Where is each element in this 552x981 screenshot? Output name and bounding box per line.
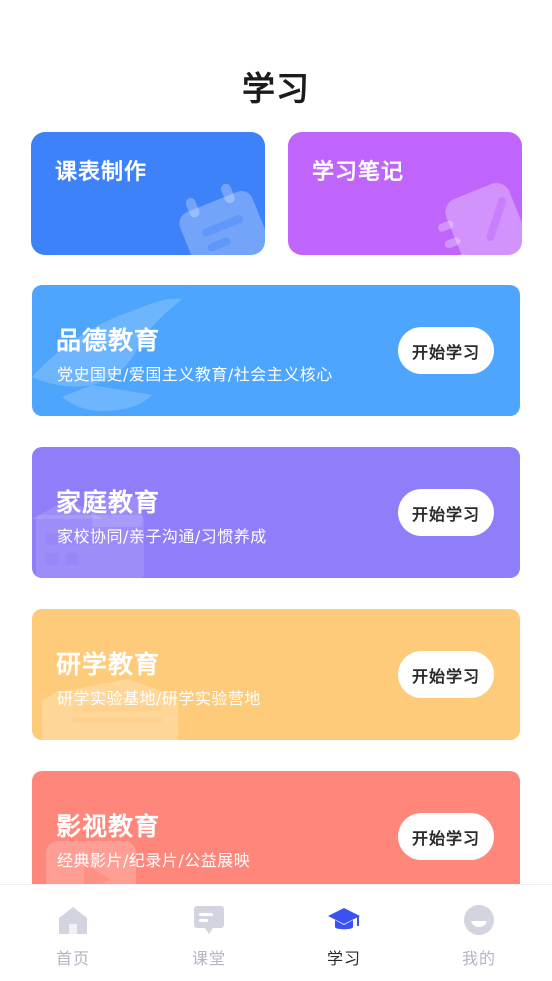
start-learning-button[interactable]: 开始学习: [398, 489, 494, 536]
course-card-family[interactable]: 家庭教育 家校协同/亲子沟通/习惯养成 开始学习: [32, 447, 520, 578]
tab-profile[interactable]: 我的: [410, 885, 548, 981]
course-subtitle: 研学实验基地/研学实验营地: [57, 689, 261, 708]
course-title: 影视教育: [56, 812, 161, 841]
course-title: 研学教育: [56, 650, 161, 679]
home-icon: [59, 907, 87, 934]
timetable-card[interactable]: 课表制作: [31, 132, 265, 255]
course-subtitle: 家校协同/亲子沟通/习惯养成: [57, 527, 267, 546]
tab-label: 课堂: [191, 949, 226, 968]
course-title: 家庭教育: [56, 488, 161, 517]
tab-label: 我的: [461, 949, 496, 968]
classroom-icon: [194, 906, 224, 934]
page-title: 学习: [242, 69, 310, 108]
calendar-icon: [179, 183, 265, 255]
timetable-card-label: 课表制作: [55, 160, 148, 185]
tab-classroom[interactable]: 课堂: [140, 885, 278, 981]
course-card-moral[interactable]: 品德教育 党史国史/爱国主义教育/社会主义核心 开始学习: [32, 285, 520, 416]
tab-study[interactable]: 学习: [275, 885, 413, 981]
notes-card[interactable]: 学习笔记: [288, 132, 522, 255]
course-card-film[interactable]: 影视教育 经典影片/纪录片/公益展映 开始学习: [32, 771, 520, 902]
tab-home[interactable]: 首页: [4, 885, 142, 981]
profile-icon: [464, 905, 494, 935]
start-learning-button[interactable]: 开始学习: [398, 327, 494, 374]
bottom-tab-bar: 首页 课堂 学习 我的: [0, 884, 552, 981]
tab-label: 首页: [55, 949, 90, 968]
course-card-study-tour[interactable]: 研学教育 研学实验基地/研学实验营地 开始学习: [32, 609, 520, 740]
notebook-icon: [437, 182, 522, 255]
tab-label: 学习: [326, 949, 361, 968]
graduation-cap-icon: [328, 908, 360, 930]
course-subtitle: 经典影片/纪录片/公益展映: [57, 851, 251, 870]
notes-card-label: 学习笔记: [312, 160, 405, 185]
start-learning-button[interactable]: 开始学习: [398, 813, 494, 860]
start-learning-button[interactable]: 开始学习: [398, 651, 494, 698]
study-page: 学习 课表制作 学习笔记 品德教育 党史国史/爱国主义教育/社会主义核心 开始学…: [0, 0, 552, 981]
course-subtitle: 党史国史/爱国主义教育/社会主义核心: [57, 365, 333, 384]
course-title: 品德教育: [56, 326, 161, 355]
